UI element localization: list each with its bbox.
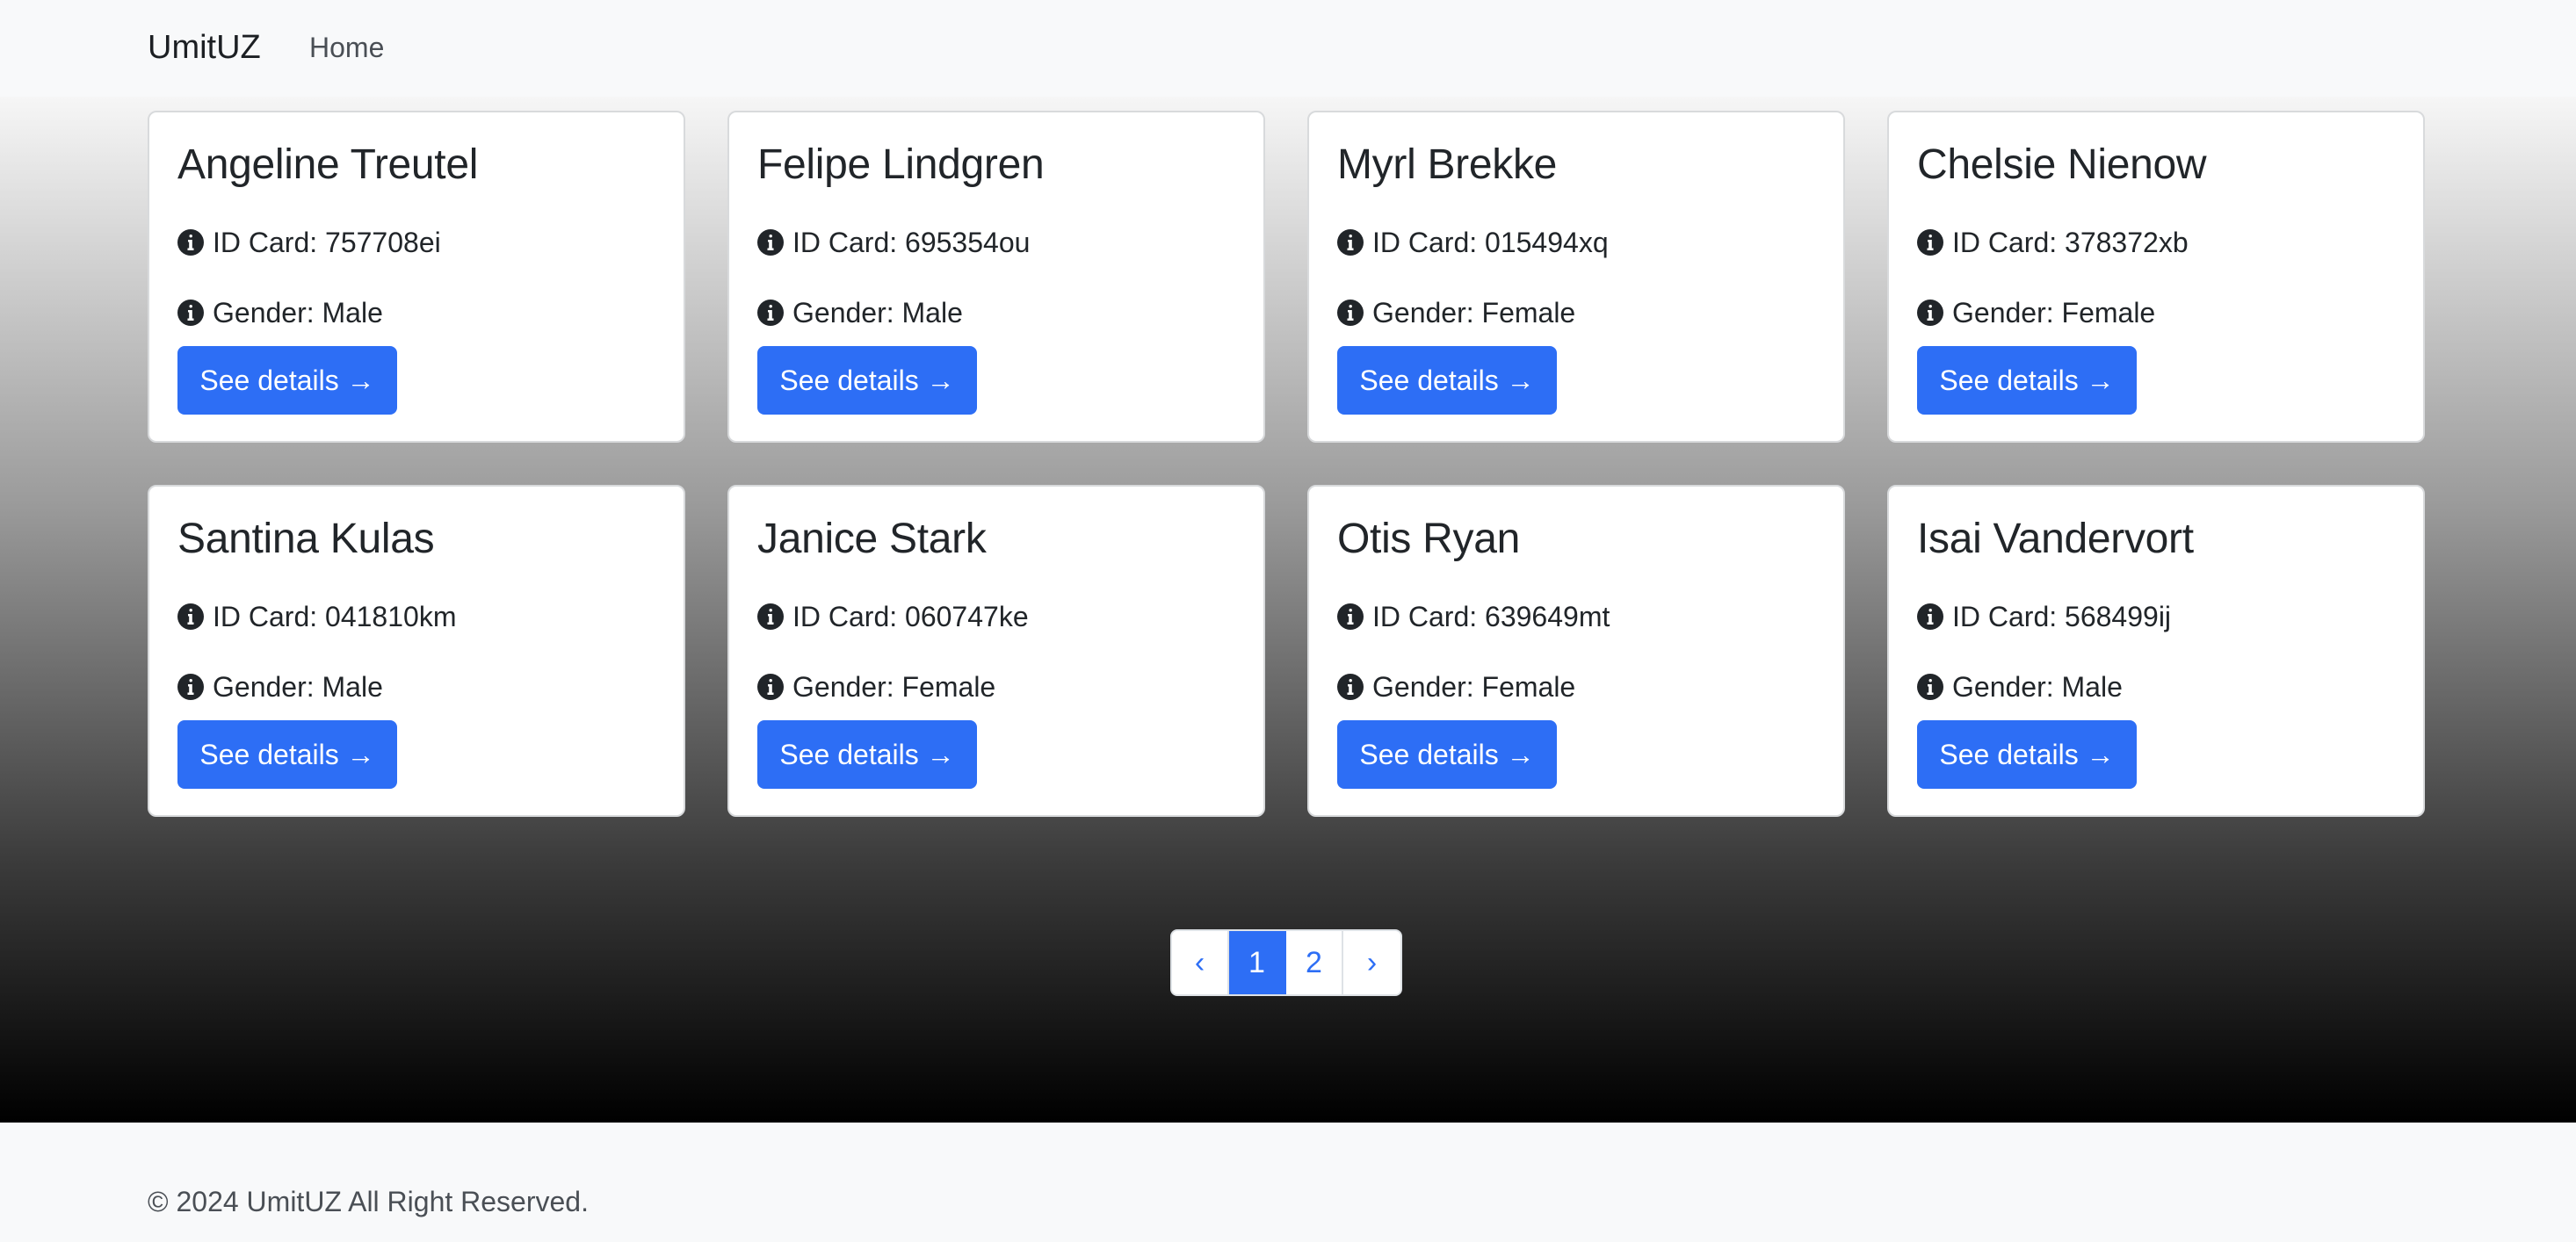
info-circle-icon xyxy=(177,229,204,256)
info-circle-icon xyxy=(757,603,784,630)
id-card-row: ID Card: 378372xb xyxy=(1917,225,2189,260)
gender-row: Gender: Female xyxy=(1337,669,1575,704)
card-title: Otis Ryan xyxy=(1337,516,1521,562)
see-details-button[interactable]: See details → xyxy=(1337,720,1557,789)
gender-text: Gender: Male xyxy=(1952,671,2123,703)
main-content: Angeline Treutel ID Card: 757708ei Gende… xyxy=(0,97,2576,1123)
gender-text: Gender: Male xyxy=(792,297,963,329)
gender-text: Gender: Female xyxy=(1372,671,1576,703)
gender-row: Gender: Female xyxy=(1917,295,2155,330)
info-circle-icon xyxy=(1337,674,1364,700)
id-card-text: ID Card: 041810km xyxy=(213,601,457,632)
gender-text: Gender: Male xyxy=(213,297,383,329)
info-circle-icon xyxy=(1337,229,1364,256)
info-circle-icon xyxy=(177,603,204,630)
gender-text: Gender: Female xyxy=(1952,297,2156,329)
person-card: Felipe Lindgren ID Card: 695354ou Gender… xyxy=(727,111,1265,443)
gender-row: Gender: Male xyxy=(757,295,963,330)
info-circle-icon xyxy=(1917,603,1943,630)
card-title: Chelsie Nienow xyxy=(1917,141,2207,188)
id-card-row: ID Card: 757708ei xyxy=(177,225,441,260)
id-card-text: ID Card: 015494xq xyxy=(1372,227,1609,258)
pagination: ‹ 1 2 › xyxy=(1170,929,1402,996)
gender-row: Gender: Male xyxy=(177,295,383,330)
pagination-prev-button[interactable]: ‹ xyxy=(1172,931,1229,994)
info-circle-icon xyxy=(177,300,204,326)
brand-link[interactable]: UmitUZ xyxy=(148,26,261,69)
id-card-row: ID Card: 041810km xyxy=(177,599,456,634)
id-card-text: ID Card: 060747ke xyxy=(792,601,1029,632)
gender-row: Gender: Male xyxy=(1917,669,2123,704)
id-card-text: ID Card: 757708ei xyxy=(213,227,441,258)
id-card-row: ID Card: 568499ij xyxy=(1917,599,2171,634)
info-circle-icon xyxy=(757,229,784,256)
footer: © 2024 UmitUZ All Right Reserved. xyxy=(0,1123,2576,1242)
id-card-text: ID Card: 378372xb xyxy=(1952,227,2189,258)
card-title: Isai Vandervort xyxy=(1917,516,2194,562)
id-card-row: ID Card: 060747ke xyxy=(757,599,1029,634)
see-details-button[interactable]: See details → xyxy=(757,720,977,789)
id-card-row: ID Card: 639649mt xyxy=(1337,599,1610,634)
pagination-page-2[interactable]: 2 xyxy=(1286,931,1343,994)
see-details-button[interactable]: See details → xyxy=(177,346,397,415)
person-card: Isai Vandervort ID Card: 568499ij Gender… xyxy=(1887,485,2425,817)
gender-text: Gender: Female xyxy=(792,671,996,703)
id-card-row: ID Card: 015494xq xyxy=(1337,225,1609,260)
gender-row: Gender: Female xyxy=(757,669,995,704)
nav-link-home[interactable]: Home xyxy=(309,30,384,65)
info-circle-icon xyxy=(1917,300,1943,326)
gender-row: Gender: Female xyxy=(1337,295,1575,330)
id-card-text: ID Card: 639649mt xyxy=(1372,601,1610,632)
info-circle-icon xyxy=(757,300,784,326)
id-card-row: ID Card: 695354ou xyxy=(757,225,1030,260)
card-title: Felipe Lindgren xyxy=(757,141,1045,188)
info-circle-icon xyxy=(1917,229,1943,256)
see-details-button[interactable]: See details → xyxy=(1917,346,2137,415)
card-title: Janice Stark xyxy=(757,516,987,562)
id-card-text: ID Card: 695354ou xyxy=(792,227,1031,258)
navbar: UmitUZ Home xyxy=(0,0,2576,97)
info-circle-icon xyxy=(1917,674,1943,700)
id-card-text: ID Card: 568499ij xyxy=(1952,601,2172,632)
pagination-page-1[interactable]: 1 xyxy=(1229,931,1286,994)
pagination-next-button[interactable]: › xyxy=(1343,931,1400,994)
gender-text: Gender: Female xyxy=(1372,297,1576,329)
info-circle-icon xyxy=(757,674,784,700)
person-card: Otis Ryan ID Card: 639649mt Gender: Fema… xyxy=(1307,485,1845,817)
card-title: Angeline Treutel xyxy=(177,141,479,188)
info-circle-icon xyxy=(1337,603,1364,630)
info-circle-icon xyxy=(177,674,204,700)
see-details-button[interactable]: See details → xyxy=(757,346,977,415)
info-circle-icon xyxy=(1337,300,1364,326)
see-details-button[interactable]: See details → xyxy=(1337,346,1557,415)
card-title: Santina Kulas xyxy=(177,516,435,562)
person-card: Angeline Treutel ID Card: 757708ei Gende… xyxy=(148,111,685,443)
person-card: Myrl Brekke ID Card: 015494xq Gender: Fe… xyxy=(1307,111,1845,443)
gender-row: Gender: Male xyxy=(177,669,383,704)
see-details-button[interactable]: See details → xyxy=(1917,720,2137,789)
see-details-button[interactable]: See details → xyxy=(177,720,397,789)
person-card: Janice Stark ID Card: 060747ke Gender: F… xyxy=(727,485,1265,817)
card-title: Myrl Brekke xyxy=(1337,141,1558,188)
footer-copyright: © 2024 UmitUZ All Right Reserved. xyxy=(148,1186,589,1217)
person-card: Santina Kulas ID Card: 041810km Gender: … xyxy=(148,485,685,817)
person-card: Chelsie Nienow ID Card: 378372xb Gender:… xyxy=(1887,111,2425,443)
gender-text: Gender: Male xyxy=(213,671,383,703)
